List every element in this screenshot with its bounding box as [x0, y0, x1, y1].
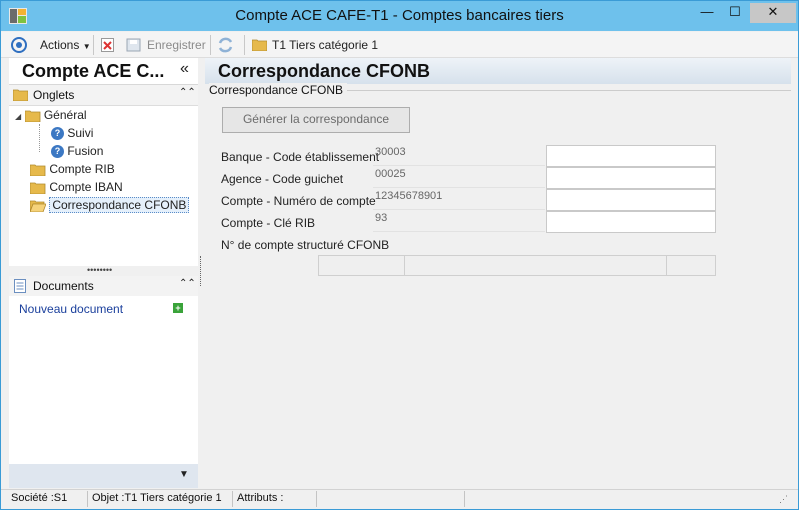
- help-icon: ?: [51, 127, 64, 141]
- tree-item-compte-iban[interactable]: Compte IBAN: [30, 179, 123, 195]
- folder-icon: [13, 89, 28, 101]
- tree-item-label: Général: [43, 108, 87, 122]
- page-title: Correspondance CFONB: [218, 61, 431, 81]
- tabs-group-header[interactable]: Onglets ⌃⌃: [9, 85, 198, 106]
- status-separator: [464, 491, 465, 507]
- document-icon: [14, 279, 26, 293]
- field-input[interactable]: [546, 211, 716, 233]
- tree-item-label: Compte RIB: [49, 162, 115, 176]
- tree-item-suivi[interactable]: ? Suivi: [51, 125, 93, 141]
- vertical-splitter[interactable]: [200, 256, 202, 286]
- documents-group-title: Documents: [33, 279, 94, 293]
- close-button[interactable]: ✕: [750, 3, 796, 23]
- chevron-down-icon: ▼: [82, 42, 91, 51]
- status-bar: Société :S1 Objet :T1 Tiers catégorie 1 …: [1, 489, 798, 509]
- documents-list: Nouveau document +: [9, 296, 198, 464]
- main-header: Correspondance CFONB: [205, 58, 791, 84]
- window-title: Compte ACE CAFE-T1 - Comptes bancaires t…: [235, 7, 564, 24]
- status-objet: Objet :T1 Tiers catégorie 1: [92, 492, 222, 504]
- actions-menu[interactable]: Actions ▼: [40, 37, 91, 53]
- tree-item-general[interactable]: ◢ Général: [15, 107, 87, 123]
- toolbar-separator: [210, 35, 211, 55]
- field-value: 12345678901: [373, 189, 545, 210]
- section-divider: [335, 90, 791, 91]
- cfonb-segment-field[interactable]: [404, 255, 667, 276]
- field-label: Compte - Clé RIB: [221, 216, 316, 230]
- tree-item-label: Correspondance CFONB: [49, 197, 190, 213]
- structured-account-label: N° de compte structuré CFONB: [221, 238, 390, 252]
- help-icon: ?: [51, 145, 64, 159]
- open-folder-icon: [30, 200, 46, 212]
- tabs-tree: ◢ Général ? Suivi ? Fusion Compte RIB Co…: [9, 106, 198, 266]
- minimize-button[interactable]: —: [694, 3, 720, 23]
- field-input[interactable]: [546, 145, 716, 167]
- status-separator: [316, 491, 317, 507]
- delete-icon[interactable]: [101, 38, 114, 52]
- status-societe: Société :S1: [11, 492, 68, 504]
- target-icon[interactable]: [11, 37, 27, 53]
- save-button[interactable]: Enregistrer: [147, 37, 206, 53]
- generate-correspondence-button[interactable]: Générer la correspondance: [222, 107, 410, 133]
- collapse-up-icon[interactable]: ⌃⌃: [179, 87, 196, 98]
- field-input[interactable]: [546, 189, 716, 211]
- folder-icon: [252, 39, 267, 51]
- chevron-down-icon[interactable]: ▼: [179, 469, 189, 480]
- cfonb-segment-field[interactable]: [318, 255, 405, 276]
- documents-group-header[interactable]: Documents ⌃⌃: [9, 276, 198, 297]
- field-value: 00025: [373, 167, 545, 188]
- tree-item-correspondance-cfonb[interactable]: Correspondance CFONB: [30, 197, 190, 213]
- maximize-button[interactable]: ☐: [722, 3, 748, 23]
- expand-icon[interactable]: ◢: [15, 112, 21, 121]
- status-attributs: Attributs :: [237, 492, 284, 504]
- app-window: Compte ACE CAFE-T1 - Comptes bancaires t…: [0, 0, 799, 510]
- cfonb-segment-field[interactable]: [666, 255, 716, 276]
- tabs-group-title: Onglets: [33, 88, 75, 102]
- folder-icon: [30, 182, 46, 194]
- context-label[interactable]: T1 Tiers catégorie 1: [272, 37, 378, 53]
- refresh-icon[interactable]: [217, 37, 234, 53]
- toolbar: Actions ▼ Enregistrer T1 Tiers catégorie…: [1, 32, 798, 58]
- tree-guide-line: [39, 124, 41, 152]
- collapse-up-icon[interactable]: ⌃⌃: [179, 278, 196, 289]
- left-panel: Compte ACE C... « Onglets ⌃⌃ ◢ Général ?…: [9, 58, 198, 488]
- resize-handle[interactable]: ••••••••: [87, 265, 112, 275]
- tree-item-compte-rib[interactable]: Compte RIB: [30, 161, 115, 177]
- toolbar-separator: [93, 35, 94, 55]
- actions-label: Actions: [40, 38, 80, 52]
- tree-item-fusion[interactable]: ? Fusion: [51, 143, 103, 159]
- field-label: Agence - Code guichet: [221, 172, 344, 186]
- field-value: 30003: [373, 145, 545, 166]
- tree-item-label: Suivi: [67, 126, 94, 140]
- main-content: Correspondance CFONB Correspondance CFON…: [205, 58, 791, 488]
- folder-icon: [24, 110, 40, 122]
- tree-item-label: Fusion: [67, 144, 104, 158]
- status-separator: [232, 491, 233, 507]
- tree-item-label: Compte IBAN: [49, 180, 123, 194]
- section-label: Correspondance CFONB: [209, 83, 348, 97]
- left-panel-header: Compte ACE C... «: [9, 58, 198, 85]
- save-icon[interactable]: [126, 38, 142, 52]
- new-document-link[interactable]: Nouveau document: [19, 302, 123, 316]
- field-input[interactable]: [546, 167, 716, 189]
- status-separator: [87, 491, 88, 507]
- folder-icon: [30, 164, 46, 176]
- title-bar: Compte ACE CAFE-T1 - Comptes bancaires t…: [1, 1, 798, 31]
- collapse-panel-icon[interactable]: «: [180, 60, 189, 78]
- add-icon[interactable]: +: [173, 303, 183, 313]
- resize-grip-icon[interactable]: ⋰: [779, 494, 788, 505]
- field-label: Compte - Numéro de compte: [221, 194, 376, 208]
- toolbar-separator: [244, 35, 245, 55]
- field-value: 93: [373, 211, 545, 232]
- left-panel-title: Compte ACE C...: [22, 61, 165, 81]
- left-panel-footer: ▼: [9, 464, 198, 488]
- field-label: Banque - Code établissement: [221, 150, 380, 164]
